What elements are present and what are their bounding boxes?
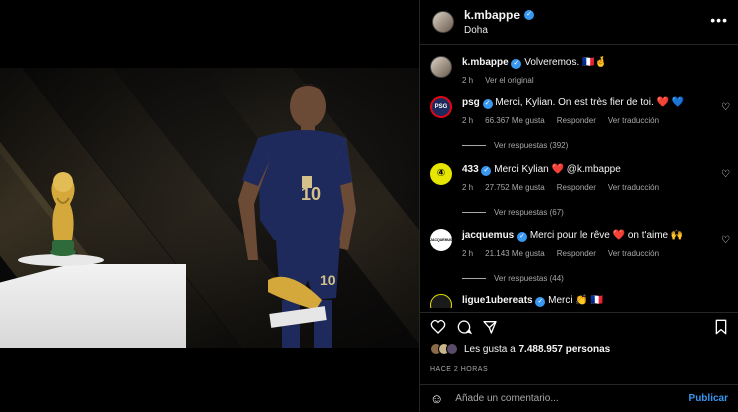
more-icon[interactable]: ••• <box>710 12 728 28</box>
view-replies-button[interactable]: Ver respuestas (67) <box>494 208 564 217</box>
share-icon[interactable] <box>482 319 498 335</box>
likes-count[interactable]: 7.488.957 personas <box>518 344 610 355</box>
comment-text: Merci pour le rêve ❤️ on t'aime 🙌 <box>529 230 684 241</box>
comment-username[interactable]: jacquemus <box>462 230 514 241</box>
trophy-pedestal <box>0 264 186 348</box>
view-replies-button[interactable]: Ver respuestas (44) <box>494 274 564 283</box>
comment-text: Merci Kylian ❤️ @k.mbappe <box>494 164 621 175</box>
action-bar <box>420 312 738 340</box>
emoji-icon[interactable]: ☺ <box>430 391 443 406</box>
comment-likes[interactable]: 66.367 Me gusta <box>485 116 545 125</box>
post-media[interactable]: 10 10 <box>0 0 419 412</box>
translate-link[interactable]: Ver traducción <box>608 116 659 125</box>
player-figure: 10 10 <box>238 84 356 348</box>
caption-username[interactable]: k.mbappe <box>462 57 509 68</box>
verified-icon: ✓ <box>511 59 522 69</box>
comment-likes[interactable]: 21.143 Me gusta <box>485 249 545 258</box>
verified-icon: ✓ <box>517 232 528 242</box>
comment-username[interactable]: ligue1ubereats <box>462 295 533 306</box>
verified-icon: ✓ <box>535 297 546 307</box>
bookmark-icon[interactable] <box>714 319 728 335</box>
author-username[interactable]: k.mbappe <box>464 8 520 22</box>
psg-avatar[interactable]: PSG <box>430 96 452 118</box>
likes-prefix: Les gusta a <box>464 343 519 355</box>
liker-avatar <box>446 343 458 355</box>
verified-icon: ✓ <box>524 10 535 20</box>
verified-icon: ✓ <box>482 99 493 109</box>
author-avatar[interactable] <box>432 11 454 33</box>
comment-like-icon[interactable]: ♡ <box>721 235 730 246</box>
add-comment-bar: ☺ Añade un comentario... Publicar <box>420 384 738 412</box>
post-location[interactable]: Doha <box>464 25 534 36</box>
comment-input[interactable]: Añade un comentario... <box>455 393 688 404</box>
comment-icon[interactable] <box>456 319 472 335</box>
ligue1-avatar[interactable] <box>430 294 452 308</box>
caption-time: 2 h <box>462 76 474 85</box>
view-replies-button[interactable]: Ver respuestas (392) <box>494 141 568 150</box>
comment-like-icon[interactable]: ♡ <box>721 102 730 113</box>
comment-item: ligue1ubereats ✓ Merci 👏 🇫🇷 <box>430 294 730 308</box>
comment-time: 2 h <box>462 183 474 192</box>
see-original-link[interactable]: Ver el original <box>485 76 533 85</box>
comments-list[interactable]: k.mbappe ✓ Volveremos. 🇫🇷🤞 2 h Ver el or… <box>420 46 738 308</box>
reply-button[interactable]: Responder <box>557 249 596 258</box>
translate-link[interactable]: Ver traducción <box>608 249 659 258</box>
comment-likes[interactable]: 27.752 Me gusta <box>485 183 545 192</box>
likes-summary[interactable]: Les gusta a 7.488.957 personas <box>430 343 610 355</box>
publish-button[interactable]: Publicar <box>689 393 728 404</box>
post-time-ago: HACE 2 HORAS <box>430 366 489 373</box>
post-header: k.mbappe ✓ Doha ••• <box>420 0 738 45</box>
caption: k.mbappe ✓ Volveremos. 🇫🇷🤞 2 h Ver el or… <box>430 56 730 85</box>
comment-text: Merci 👏 🇫🇷 <box>548 295 604 306</box>
reply-button[interactable]: Responder <box>557 116 596 125</box>
caption-avatar[interactable] <box>430 56 452 78</box>
comment-text: Merci, Kylian. On est très fier de toi. … <box>495 97 685 108</box>
comment-username[interactable]: psg <box>462 97 480 108</box>
433-avatar[interactable]: ④ <box>430 163 452 185</box>
comment-item: ④ 433 ✓ Merci Kylian ❤️ @k.mbappe 2 h 27… <box>430 163 730 217</box>
translate-link[interactable]: Ver traducción <box>608 183 659 192</box>
post-photo: 10 10 <box>0 68 419 348</box>
comment-item: PSG psg ✓ Merci, Kylian. On est très fie… <box>430 96 730 150</box>
post-sidebar: k.mbappe ✓ Doha ••• k.mbappe ✓ Volveremo… <box>419 0 738 412</box>
comment-time: 2 h <box>462 249 474 258</box>
verified-icon: ✓ <box>481 166 492 176</box>
comment-item: JACQUEMUS jacquemus ✓ Merci pour le rêve… <box>430 229 730 283</box>
heart-icon[interactable] <box>430 319 446 335</box>
comment-like-icon[interactable]: ♡ <box>721 169 730 180</box>
comment-time: 2 h <box>462 116 474 125</box>
caption-text: Volveremos. 🇫🇷🤞 <box>524 57 607 68</box>
comment-username[interactable]: 433 <box>462 164 479 175</box>
svg-text:10: 10 <box>320 272 336 288</box>
world-cup-trophy <box>50 172 76 256</box>
jacquemus-avatar[interactable]: JACQUEMUS <box>430 229 452 251</box>
reply-button[interactable]: Responder <box>557 183 596 192</box>
